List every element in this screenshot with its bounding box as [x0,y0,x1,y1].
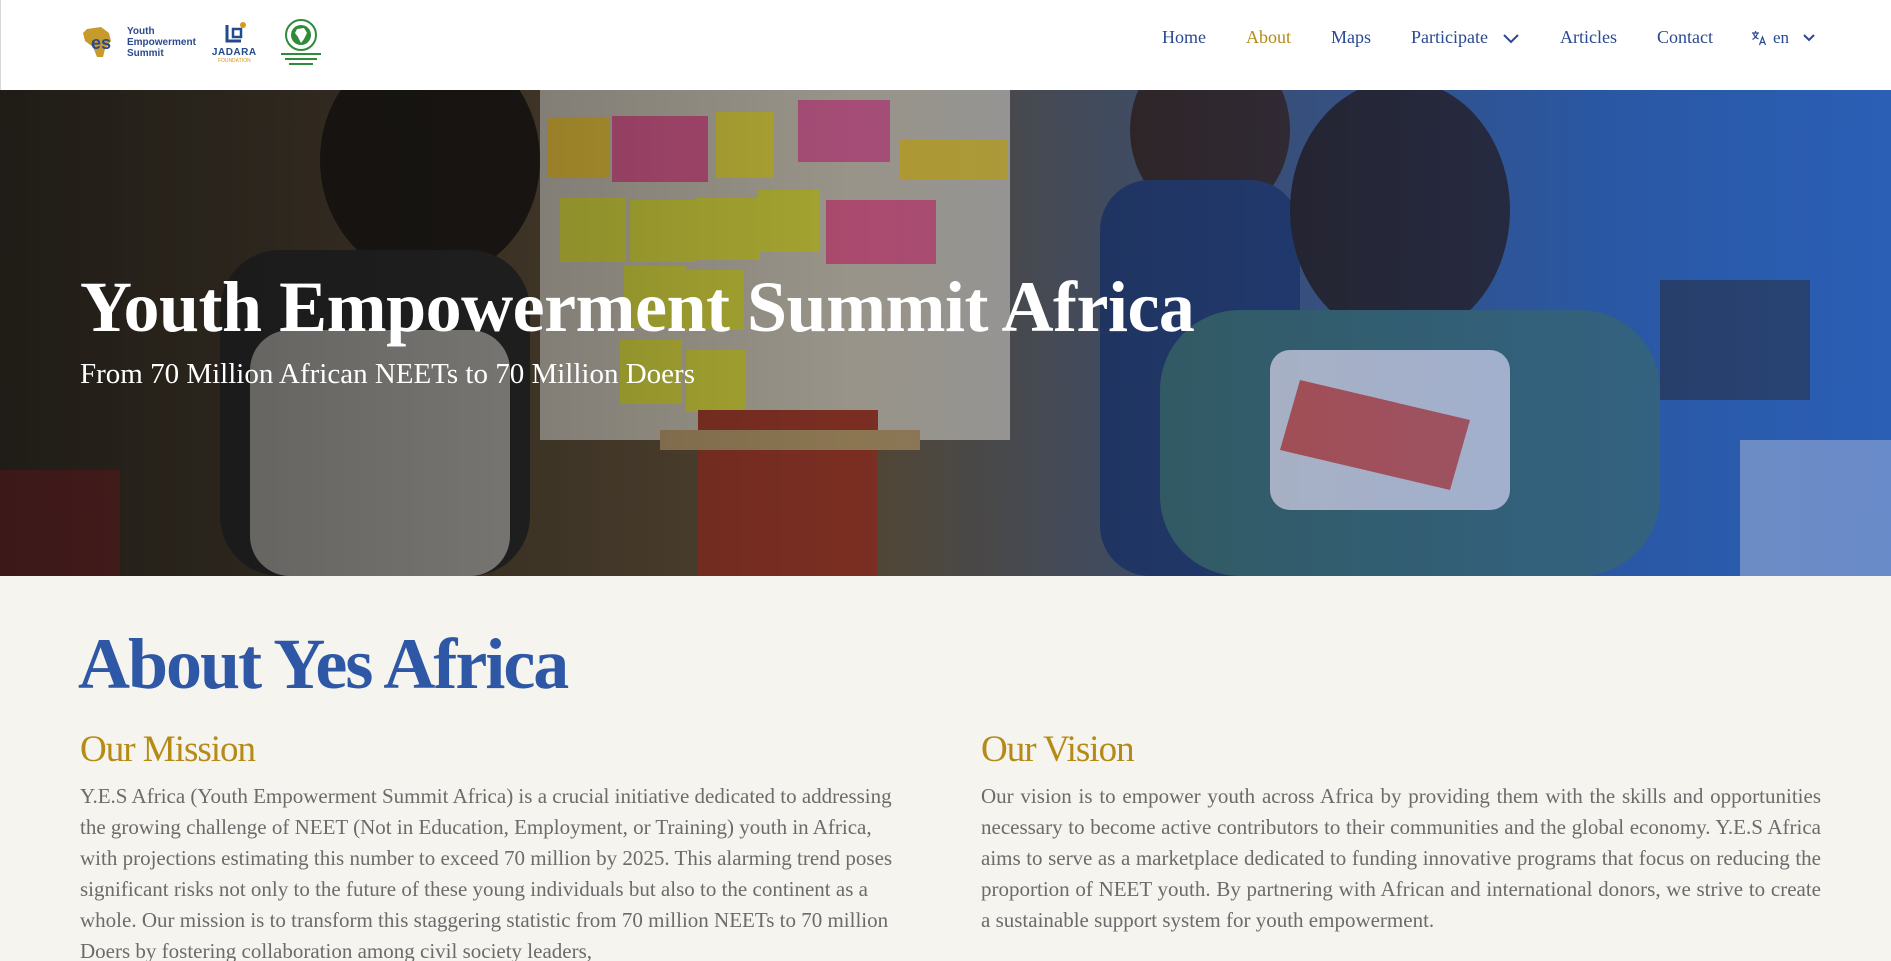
jadara-logo-tagline: FOUNDATION [217,57,251,64]
yes-logo-line1: Youth [127,25,155,37]
svg-text:es: es [91,33,111,53]
language-selector[interactable]: en [1751,28,1815,48]
african-union-emblem-icon [280,19,321,65]
hero-subtitle: From 70 Million African NEETs to 70 Mill… [80,358,695,390]
african-union-logo[interactable] [273,17,329,67]
mission-heading: Our Mission [80,729,256,770]
mission-text: Y.E.S Africa (Youth Empowerment Summit A… [80,784,893,961]
translate-icon [1751,30,1767,45]
yes-summit-logo[interactable]: es Youth Empowerment Summit [81,23,196,61]
vision-text: Our vision is to empower youth across Af… [981,784,1821,932]
yes-logo-line2: Empowerment [127,36,196,48]
vision-section: Our Vision Our vision is to empower yout… [981,728,1821,936]
nav-participate-label: Participate [1411,27,1488,47]
nav-maps[interactable]: Maps [1331,27,1371,48]
mission-section: Our Mission Y.E.S Africa (Youth Empowerm… [80,728,912,961]
jadara-logo-text: JADARA [211,46,257,58]
jadara-logo[interactable]: JADARA FOUNDATION [212,21,257,64]
partner-logos: es Youth Empowerment Summit JADARA FOUND… [81,16,329,68]
nav-home[interactable]: Home [1162,27,1206,48]
hero-title: Youth Empowerment Summit Africa [80,267,1195,347]
about-title: About Yes Africa [78,624,569,704]
top-navbar: es Youth Empowerment Summit JADARA FOUND… [0,0,1891,90]
language-code: en [1772,27,1789,47]
nav-participate-dropdown[interactable]: Participate [1411,27,1520,48]
main-navigation: Home About Maps Participate Articles Con… [1122,27,1815,48]
nav-about[interactable]: About [1246,27,1291,48]
jadara-mark-icon [225,21,247,42]
yes-africa-mark-icon: es [81,23,123,61]
vision-heading: Our Vision [981,729,1135,770]
yes-logo-text: Youth Empowerment Summit [127,26,196,59]
nav-articles[interactable]: Articles [1560,27,1617,48]
chevron-down-icon [1803,33,1815,41]
nav-contact[interactable]: Contact [1657,27,1713,48]
chevron-down-icon [1503,33,1519,43]
yes-logo-line3: Summit [127,47,164,59]
hero-banner: Youth Empowerment Summit Africa From 70 … [0,90,1891,576]
